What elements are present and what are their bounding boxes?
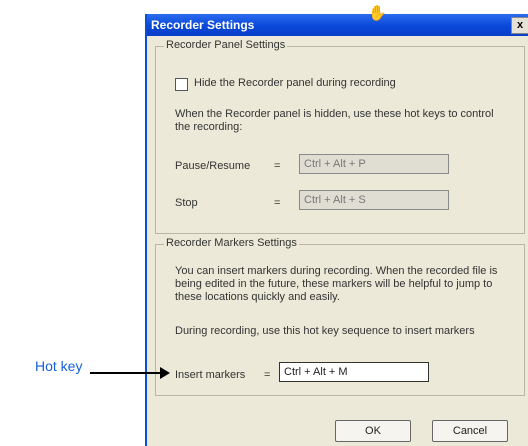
insert-markers-hotkey-field[interactable]: Ctrl + Alt + M xyxy=(279,362,429,382)
title-bar[interactable]: Recorder Settings x xyxy=(147,14,528,36)
panel-description: When the Recorder panel is hidden, use t… xyxy=(175,108,494,133)
markers-group-title: Recorder Markers Settings xyxy=(164,237,299,249)
insert-markers-label: Insert markers xyxy=(175,369,246,381)
hide-panel-label[interactable]: Hide the Recorder panel during recording xyxy=(194,77,396,90)
stop-label: Stop xyxy=(175,197,198,209)
pause-resume-label: Pause/Resume xyxy=(175,160,251,172)
ok-button[interactable]: OK xyxy=(335,420,411,442)
recorder-panel-settings-group: Recorder Panel Settings Hide the Recorde… xyxy=(155,39,525,234)
markers-hotkey-instruction: During recording, use this hot key seque… xyxy=(175,325,475,337)
arrow-head-icon xyxy=(160,367,170,379)
stop-equals: = xyxy=(274,197,281,209)
recorder-settings-dialog: Recorder Settings x Recorder Panel Setti… xyxy=(145,14,528,446)
panel-group-title: Recorder Panel Settings xyxy=(164,39,288,51)
stop-hotkey-field[interactable]: Ctrl + Alt + S xyxy=(299,190,449,210)
hot-key-callout-label: Hot key xyxy=(35,358,83,374)
pause-equals: = xyxy=(274,160,281,172)
recorder-markers-settings-group: Recorder Markers Settings You can insert… xyxy=(155,237,525,396)
hide-panel-checkbox[interactable] xyxy=(175,78,188,91)
arrow-right-icon xyxy=(90,372,162,374)
hand-cursor-icon: ✋ xyxy=(368,5,387,22)
cancel-button[interactable]: Cancel xyxy=(432,420,508,442)
close-button[interactable]: x xyxy=(511,17,528,34)
insert-equals: = xyxy=(264,369,271,381)
pause-resume-hotkey-field[interactable]: Ctrl + Alt + P xyxy=(299,154,449,174)
markers-description: You can insert markers during recording.… xyxy=(175,265,498,303)
window-title: Recorder Settings xyxy=(151,18,255,32)
